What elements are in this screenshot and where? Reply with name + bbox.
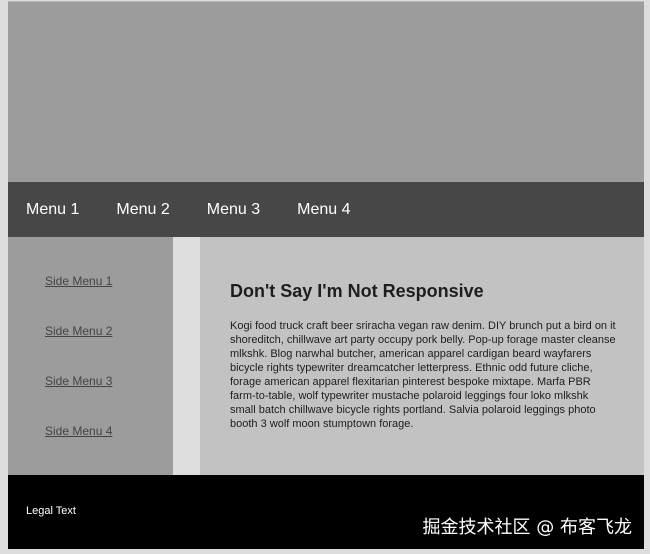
watermark-text: 掘金技术社区 @ 布客飞龙 — [422, 517, 632, 538]
nav-item-menu-4[interactable]: Menu 4 — [297, 201, 350, 219]
main-content: Don't Say I'm Not Responsive Kogi food t… — [200, 237, 644, 475]
sidebar-link-1[interactable]: Side Menu 1 — [45, 274, 112, 288]
sidebar-link-4[interactable]: Side Menu 4 — [45, 424, 112, 438]
sidebar: Side Menu 1 Side Menu 2 Side Menu 3 Side… — [8, 237, 173, 475]
content-heading: Don't Say I'm Not Responsive — [230, 281, 484, 301]
nav-item-menu-1[interactable]: Menu 1 — [26, 201, 79, 219]
top-nav: Menu 1 Menu 2 Menu 3 Menu 4 — [8, 182, 644, 237]
content-body: Kogi food truck craft beer sriracha vega… — [230, 320, 616, 430]
content-gutter — [173, 237, 200, 475]
footer: Legal Text 掘金技术社区 @ 布客飞龙 — [8, 475, 644, 549]
page-frame: Menu 1 Menu 2 Menu 3 Menu 4 Side Menu 1 … — [8, 1, 644, 549]
legal-text[interactable]: Legal Text — [26, 505, 76, 517]
sidebar-link-2[interactable]: Side Menu 2 — [45, 324, 112, 338]
sidebar-link-3[interactable]: Side Menu 3 — [45, 374, 112, 388]
header-banner — [8, 2, 644, 182]
nav-item-menu-2[interactable]: Menu 2 — [116, 201, 169, 219]
nav-item-menu-3[interactable]: Menu 3 — [207, 201, 260, 219]
